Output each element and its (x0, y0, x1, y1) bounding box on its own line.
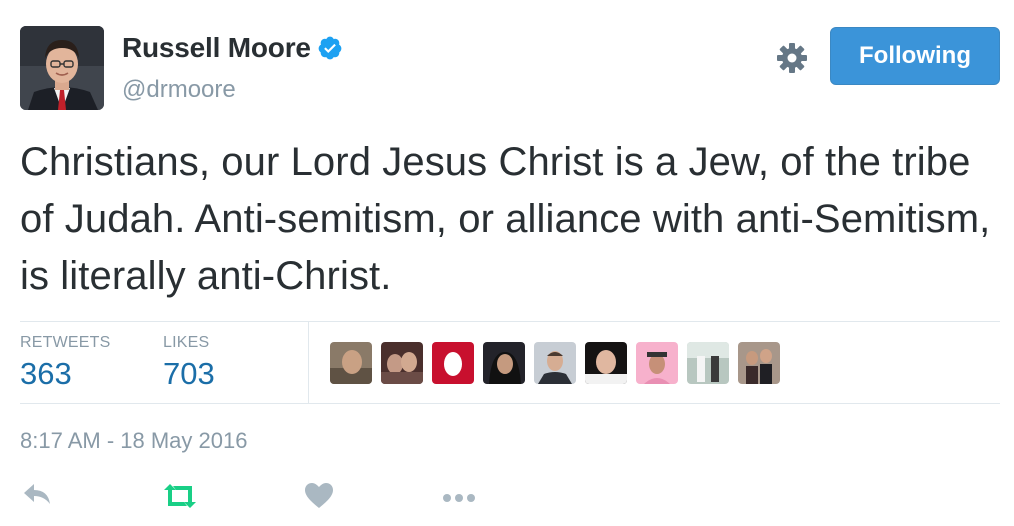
gear-icon[interactable] (776, 42, 808, 74)
retweet-icon[interactable] (162, 482, 198, 515)
like-icon[interactable] (304, 482, 334, 515)
verified-badge-icon (317, 35, 343, 61)
likes-count: 703 (163, 356, 215, 391)
liker-avatar-5[interactable] (534, 342, 576, 384)
liker-avatar-7[interactable] (636, 342, 678, 384)
liker-avatar-2[interactable] (381, 342, 423, 384)
user-handle[interactable]: @drmoore (122, 76, 236, 104)
following-button[interactable]: Following (830, 27, 1000, 85)
likes-label: LIKES (163, 334, 210, 351)
retweets-label: RETWEETS (20, 334, 111, 351)
liker-avatar-4[interactable] (483, 342, 525, 384)
egg-avatar-icon[interactable] (432, 342, 474, 384)
profile-avatar[interactable] (20, 26, 104, 110)
user-name-row[interactable]: Russell Moore (122, 32, 343, 64)
retweets-stat[interactable]: RETWEETS 363 (20, 334, 111, 392)
retweets-count: 363 (20, 356, 72, 391)
divider (20, 403, 1000, 404)
tweet-timestamp[interactable]: 8:17 AM - 18 May 2016 (20, 428, 247, 454)
liker-avatar-6[interactable] (585, 342, 627, 384)
stats-separator (308, 322, 309, 404)
liker-avatar-8[interactable] (687, 342, 729, 384)
likes-stat[interactable]: LIKES 703 (163, 334, 215, 392)
reply-icon[interactable] (22, 482, 54, 513)
tweet-text: Christians, our Lord Jesus Christ is a J… (20, 140, 991, 298)
liker-avatar-9[interactable] (738, 342, 780, 384)
liker-avatar-1[interactable] (330, 342, 372, 384)
more-icon[interactable] (442, 490, 476, 508)
display-name[interactable]: Russell Moore (122, 32, 311, 64)
likers-avatars (330, 342, 789, 384)
